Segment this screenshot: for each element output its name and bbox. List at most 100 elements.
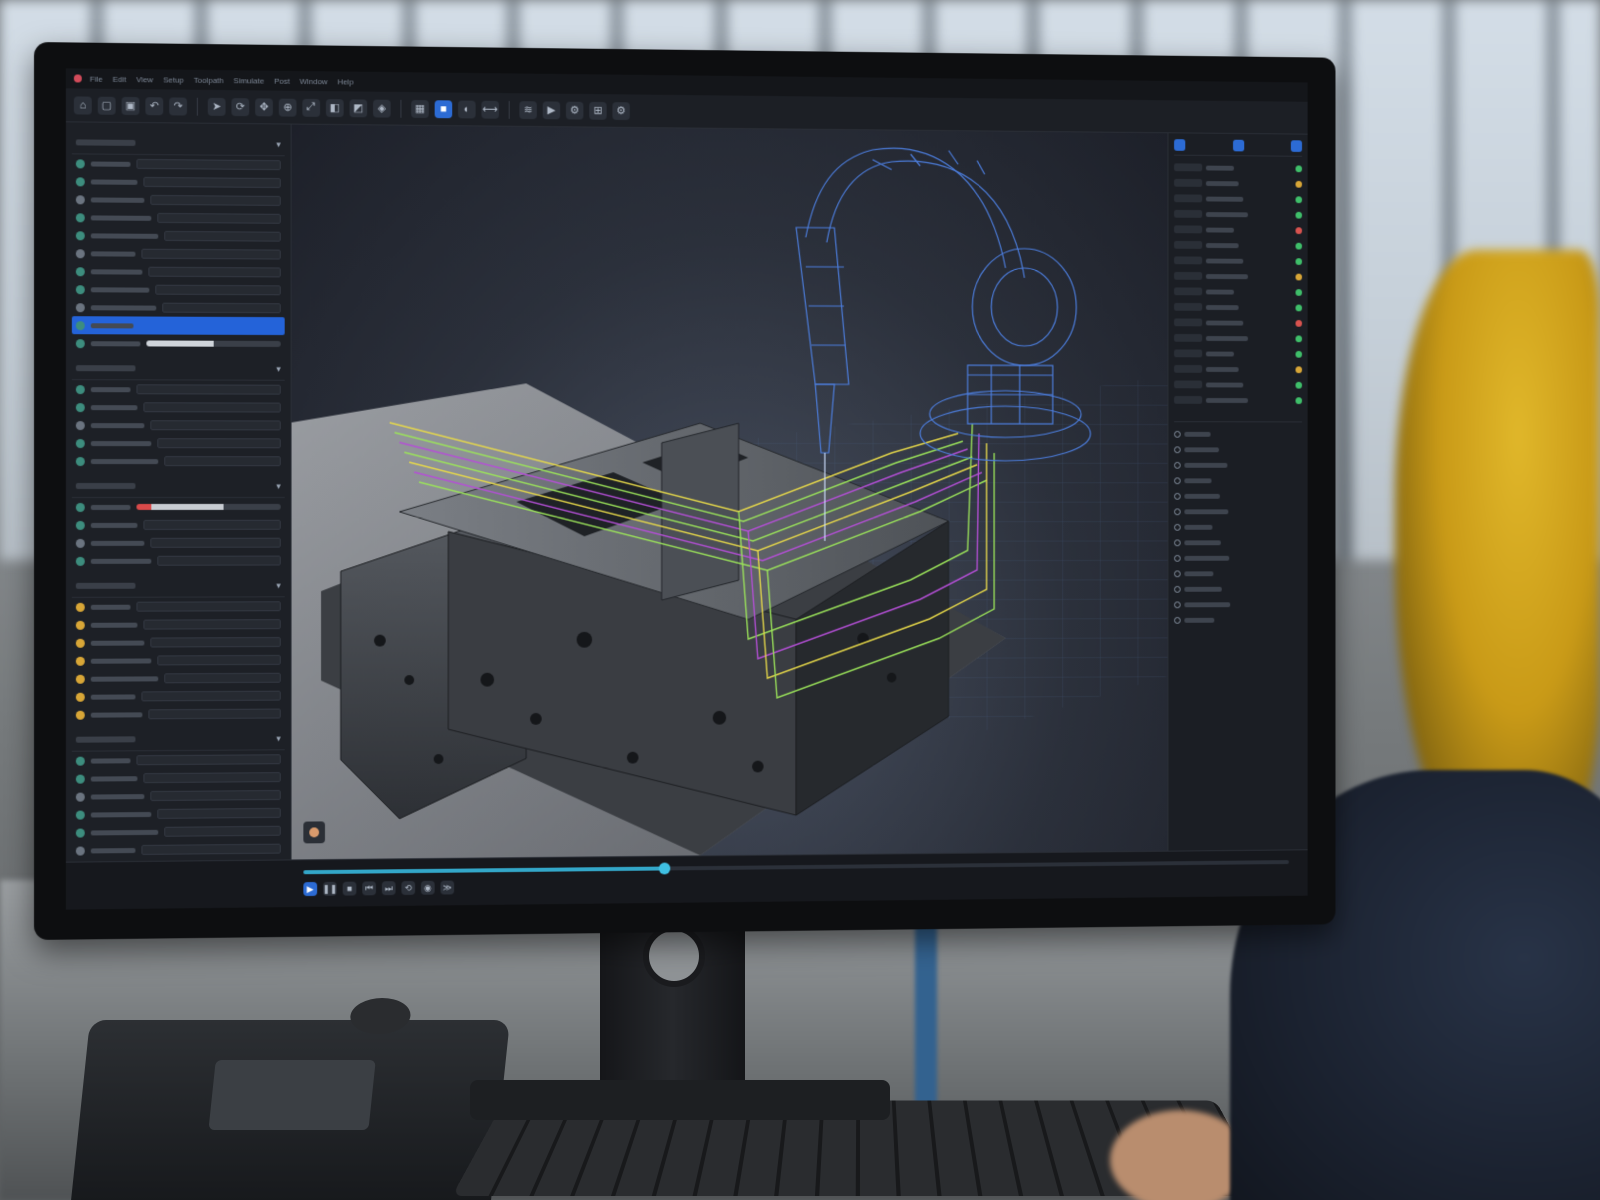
parameter-field[interactable] <box>157 212 281 224</box>
operation-row[interactable] <box>1174 222 1303 238</box>
parameter-row[interactable] <box>72 651 285 670</box>
camera-icon[interactable]: ◉ <box>420 880 435 895</box>
tree-item[interactable] <box>1174 504 1302 520</box>
undo-icon[interactable]: ↶ <box>145 96 164 115</box>
parameter-row[interactable] <box>72 280 285 299</box>
menu-item[interactable]: Window <box>300 76 328 85</box>
parameter-row[interactable] <box>72 768 285 788</box>
parameter-row[interactable] <box>72 154 285 174</box>
parameter-field[interactable] <box>143 772 281 784</box>
rotate-icon[interactable]: ⟳ <box>231 97 250 116</box>
operation-row[interactable] <box>1174 237 1303 253</box>
parameter-row[interactable] <box>72 804 285 824</box>
parameter-row[interactable] <box>72 244 285 263</box>
parameter-field[interactable] <box>150 194 281 206</box>
tree-item[interactable] <box>1174 596 1302 612</box>
parameter-row[interactable] <box>72 190 285 210</box>
tree-item[interactable] <box>1174 488 1302 504</box>
parameter-field[interactable] <box>157 438 281 449</box>
operation-row[interactable] <box>1174 346 1303 362</box>
parameter-field[interactable] <box>143 619 281 630</box>
settings-icon[interactable]: ⚙ <box>612 101 630 120</box>
parameter-field[interactable] <box>148 708 281 720</box>
operation-row[interactable] <box>1174 299 1303 315</box>
parameter-field[interactable] <box>157 654 281 666</box>
operation-row[interactable] <box>1174 284 1303 300</box>
operation-row[interactable] <box>1174 268 1303 284</box>
tree-item[interactable] <box>1174 519 1302 535</box>
parameter-field[interactable] <box>141 690 281 702</box>
parameter-field[interactable] <box>141 248 281 260</box>
parameter-row[interactable] <box>71 316 285 336</box>
parameter-field[interactable] <box>150 420 281 431</box>
tree-item[interactable] <box>1174 565 1302 581</box>
section-header-strategy[interactable]: ▾ <box>71 476 285 498</box>
parameter-field[interactable] <box>136 158 281 171</box>
list-icon[interactable] <box>1232 139 1244 152</box>
menu-item[interactable]: Setup <box>163 75 184 84</box>
parameter-field[interactable] <box>136 384 281 395</box>
operation-row[interactable] <box>1174 377 1303 393</box>
parameter-row[interactable] <box>72 452 285 470</box>
timeline-scrubber[interactable] <box>658 862 671 875</box>
zoom-icon[interactable]: ⊕ <box>278 98 297 117</box>
menu-item[interactable]: Toolpath <box>194 75 224 84</box>
parameter-row[interactable] <box>72 434 285 452</box>
simulation-timeline[interactable] <box>303 860 1289 875</box>
parameter-field[interactable] <box>164 456 281 467</box>
parameter-row[interactable] <box>72 669 285 688</box>
simulate-icon[interactable]: ▶ <box>542 100 561 119</box>
section-header-operations[interactable]: ▾ <box>71 575 285 598</box>
tree-item[interactable] <box>1174 581 1302 597</box>
parameter-field[interactable] <box>164 825 281 837</box>
parameter-row[interactable] <box>72 398 285 416</box>
operation-row[interactable] <box>1174 392 1303 408</box>
parameter-field[interactable] <box>136 601 281 612</box>
parameter-field[interactable] <box>157 807 281 819</box>
parameter-row[interactable] <box>72 226 285 245</box>
parameter-row[interactable] <box>72 840 285 860</box>
fit-icon[interactable]: ⤢ <box>302 98 321 117</box>
parameter-row[interactable] <box>72 534 285 552</box>
step-forward-icon[interactable]: ⏭ <box>381 881 396 896</box>
pause-icon[interactable]: ❚❚ <box>322 881 337 896</box>
settings-icon[interactable] <box>1290 140 1303 152</box>
view-iso-icon[interactable]: ◈ <box>373 99 391 118</box>
menu-item[interactable]: Help <box>337 77 353 86</box>
shaded-icon[interactable]: ■ <box>434 99 453 118</box>
parameter-row[interactable] <box>72 516 285 534</box>
parameter-row[interactable] <box>72 750 285 769</box>
parameter-row[interactable] <box>72 208 285 227</box>
section-header-tool[interactable]: ▾ <box>71 358 285 381</box>
tree-item[interactable] <box>1174 473 1302 489</box>
parameter-field[interactable] <box>143 176 281 189</box>
filter-icon[interactable] <box>1174 139 1186 151</box>
parameter-slider[interactable] <box>146 340 281 347</box>
operation-row[interactable] <box>1174 159 1303 176</box>
parameter-row[interactable] <box>72 705 285 724</box>
wireframe-icon[interactable]: ▦ <box>411 99 429 118</box>
select-icon[interactable]: ➤ <box>207 97 226 116</box>
parameter-field[interactable] <box>150 637 281 648</box>
parameter-field[interactable] <box>148 266 281 278</box>
parameter-field[interactable] <box>164 230 281 242</box>
tree-item[interactable] <box>1174 534 1302 550</box>
parameter-field[interactable] <box>143 402 281 413</box>
parameter-field[interactable] <box>162 302 281 314</box>
toolpath-icon[interactable]: ≋ <box>519 100 537 119</box>
speed-icon[interactable]: ≫ <box>440 880 455 895</box>
parameter-row[interactable] <box>72 262 285 281</box>
menu-item[interactable]: Edit <box>113 74 127 83</box>
open-icon[interactable]: ▢ <box>97 96 116 115</box>
menu-item[interactable]: Simulate <box>233 76 264 85</box>
operation-row[interactable] <box>1174 330 1303 346</box>
operation-row[interactable] <box>1174 175 1303 192</box>
loop-icon[interactable]: ⟲ <box>401 880 416 895</box>
play-icon[interactable]: ▶ <box>303 881 318 897</box>
parameter-row[interactable] <box>72 380 285 399</box>
view-front-icon[interactable]: ◧ <box>325 98 344 117</box>
parameter-field[interactable] <box>139 320 280 331</box>
fixture-icon[interactable]: ⊞ <box>589 101 607 120</box>
parameter-field[interactable] <box>141 843 281 855</box>
menu-item[interactable]: Post <box>274 76 290 85</box>
